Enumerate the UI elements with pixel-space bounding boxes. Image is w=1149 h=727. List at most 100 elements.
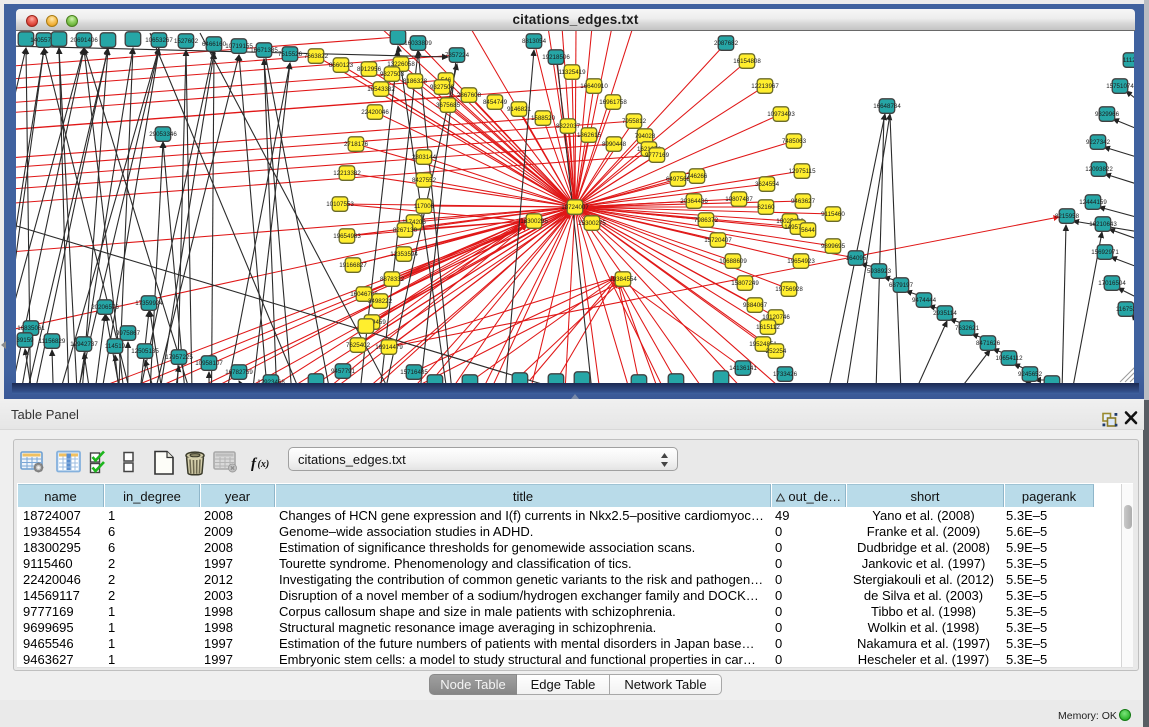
svg-text:8267130: 8267130 [393, 227, 418, 234]
svg-text:9474444: 9474444 [912, 297, 937, 304]
svg-text:17359924: 17359924 [135, 300, 163, 307]
svg-text:15720407: 15720407 [704, 237, 732, 244]
svg-text:11325419: 11325419 [558, 69, 586, 76]
svg-text:39159: 39159 [16, 337, 34, 344]
svg-text:6466160: 6466160 [202, 41, 227, 48]
svg-text:16640910: 16640910 [580, 83, 608, 90]
svg-text:19654923: 19654923 [787, 258, 815, 265]
svg-text:1362615: 1362615 [577, 132, 602, 139]
svg-text:114519: 114519 [105, 343, 126, 350]
svg-text:14136141: 14136141 [729, 365, 757, 372]
svg-text:19384554: 19384554 [609, 276, 637, 283]
svg-text:12353594: 12353594 [390, 251, 418, 258]
svg-text:8813054: 8813054 [522, 38, 547, 45]
svg-text:10107553: 10107553 [326, 201, 354, 208]
svg-text:12975115: 12975115 [788, 168, 816, 175]
svg-text:10654112: 10654112 [995, 355, 1023, 362]
svg-text:9899695: 9899695 [821, 243, 846, 250]
svg-text:15716485: 15716485 [400, 369, 428, 376]
svg-text:8322037: 8322037 [556, 123, 581, 130]
svg-text:7632621: 7632621 [955, 325, 980, 332]
svg-text:12213967: 12213967 [751, 83, 779, 90]
svg-text:18300295: 18300295 [520, 218, 548, 225]
svg-text:10688609: 10688609 [719, 258, 747, 265]
svg-text:9329966: 9329966 [1095, 111, 1120, 118]
svg-text:8471626: 8471626 [976, 340, 1001, 347]
svg-text:9115460: 9115460 [821, 211, 845, 218]
svg-text:18724007: 18724007 [561, 204, 589, 211]
svg-text:12505135: 12505135 [131, 348, 159, 355]
svg-text:8878332: 8878332 [380, 276, 405, 283]
svg-text:9463627: 9463627 [791, 198, 816, 205]
svg-text:16914479: 16914479 [375, 344, 403, 351]
svg-text:16648784: 16648784 [873, 103, 901, 110]
svg-text:7955812: 7955812 [622, 118, 647, 125]
svg-text:8186328: 8186328 [403, 78, 428, 85]
svg-text:7625402: 7625402 [346, 342, 371, 349]
svg-text:2803144: 2803144 [412, 154, 437, 161]
svg-text:1527602: 1527602 [174, 38, 199, 45]
svg-text:9384067: 9384067 [743, 302, 768, 309]
svg-text:5644: 5644 [801, 227, 815, 234]
svg-text:8454749: 8454749 [483, 99, 508, 106]
svg-text:8990448: 8990448 [602, 141, 627, 148]
svg-text:3498222: 3498222 [368, 298, 393, 305]
svg-text:1615112: 1615112 [756, 324, 780, 331]
svg-text:15692971: 15692971 [1091, 249, 1119, 256]
svg-text:2867608: 2867608 [457, 92, 482, 99]
svg-text:16835061: 16835061 [17, 325, 45, 332]
svg-text:17957225: 17957225 [165, 354, 193, 361]
svg-text:9777169: 9777169 [645, 152, 670, 159]
svg-text:7986372: 7986372 [694, 217, 719, 224]
svg-text:15751074: 15751074 [1106, 83, 1134, 90]
svg-text:20364436: 20364436 [680, 198, 708, 205]
svg-text:11123: 11123 [1123, 57, 1134, 64]
svg-text:9146821: 9146821 [507, 106, 532, 113]
svg-text:7357224: 7357224 [445, 52, 470, 59]
svg-text:19166827: 19166827 [339, 262, 367, 269]
svg-text:12444159: 12444159 [1079, 199, 1107, 206]
svg-text:2935114: 2935114 [933, 310, 957, 317]
svg-text:22420046: 22420046 [361, 109, 389, 116]
svg-text:5938923: 5938923 [867, 268, 892, 275]
svg-text:16961758: 16961758 [599, 99, 627, 106]
svg-text:7663822: 7663822 [304, 53, 329, 60]
svg-text:10807487: 10807487 [725, 196, 753, 203]
svg-text:19654983: 19654983 [333, 233, 361, 240]
svg-text:25300275: 25300275 [578, 220, 606, 227]
svg-text:16210643: 16210643 [1089, 221, 1117, 228]
svg-text:1733426: 1733426 [773, 371, 798, 378]
svg-text:9457791: 9457791 [331, 368, 356, 375]
svg-text:16782759: 16782759 [225, 369, 253, 376]
svg-text:9245652: 9245652 [1018, 371, 1043, 378]
svg-text:10653267: 10653267 [145, 37, 173, 44]
svg-text:10543382: 10543382 [367, 86, 395, 93]
svg-text:8912956: 8912956 [357, 66, 382, 73]
svg-text:1588520: 1588520 [531, 115, 556, 122]
svg-text:16671385: 16671385 [250, 47, 278, 54]
svg-text:8660123: 8660123 [329, 62, 354, 69]
svg-text:9975867: 9975867 [116, 330, 141, 337]
svg-text:2087682: 2087682 [714, 40, 739, 47]
svg-text:746266: 746266 [687, 173, 708, 180]
svg-text:17016504: 17016504 [1098, 280, 1126, 287]
svg-text:12923468: 12923468 [257, 379, 285, 383]
svg-text:2718176: 2718176 [344, 141, 369, 148]
svg-text:62160: 62160 [757, 204, 775, 211]
svg-text:10973493: 10973493 [767, 111, 795, 118]
svg-text:10958107: 10958107 [195, 360, 223, 367]
svg-text:7485063: 7485063 [782, 138, 807, 145]
svg-text:19756928: 19756928 [775, 286, 803, 293]
svg-text:10719155: 10719155 [225, 43, 253, 50]
svg-text:(x): (x) [258, 459, 270, 470]
svg-text:8215958: 8215958 [1055, 213, 1080, 220]
svg-text:6879197: 6879197 [889, 282, 914, 289]
svg-text:11156829: 11156829 [39, 338, 66, 345]
svg-text:20691406: 20691406 [70, 37, 98, 44]
svg-text:794028: 794028 [635, 133, 656, 140]
svg-text:8427552: 8427552 [412, 177, 437, 184]
svg-text:15807249: 15807249 [731, 280, 759, 287]
svg-text:117006: 117006 [414, 203, 435, 210]
svg-text:19218506: 19218506 [542, 54, 570, 61]
svg-text:3675685: 3675685 [436, 102, 461, 109]
